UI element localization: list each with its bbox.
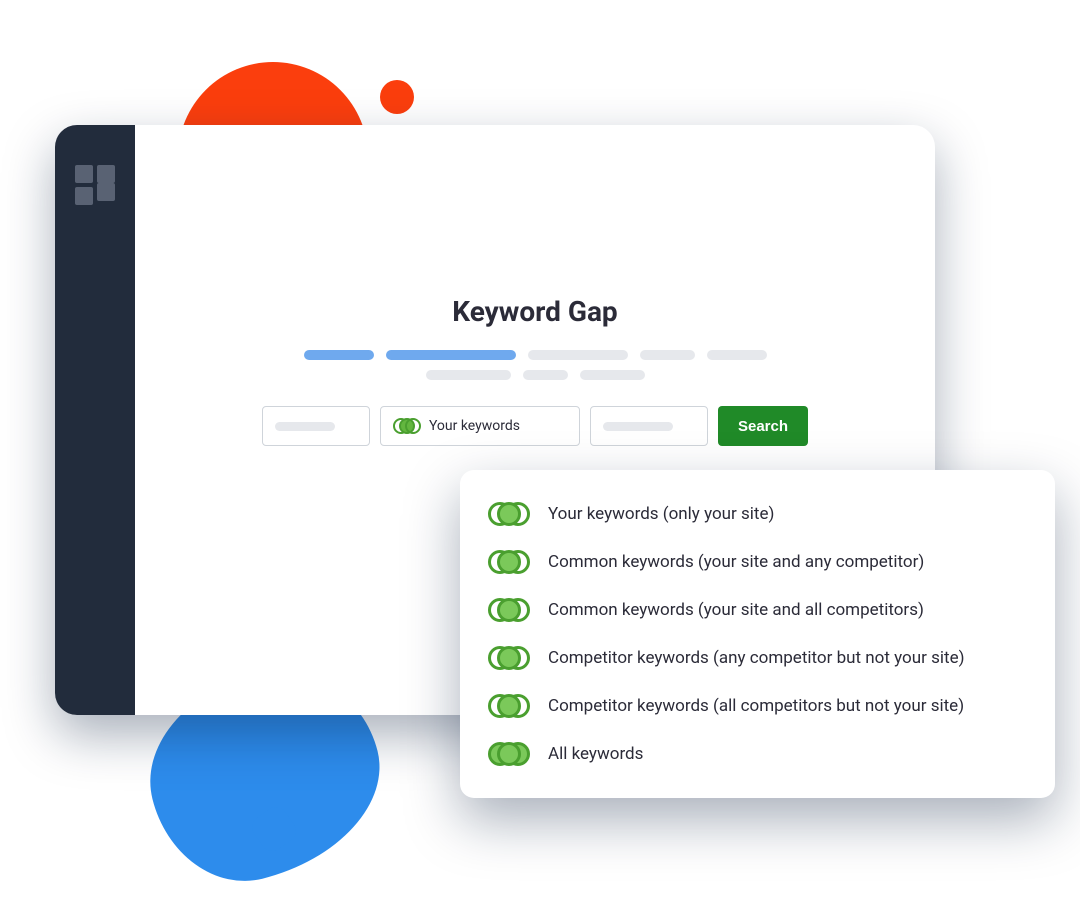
keyword-type-dropdown: Your keywords (only your site) Common ke…: [460, 470, 1055, 798]
skeleton-placeholder: [304, 350, 767, 380]
venn-icon: [488, 594, 530, 626]
keyword-type-select[interactable]: Your keywords: [380, 406, 580, 446]
database-select[interactable]: [590, 406, 708, 446]
option-label: All keywords: [548, 744, 643, 764]
option-label: Competitor keywords (all competitors but…: [548, 696, 964, 716]
option-common-all[interactable]: Common keywords (your site and all compe…: [488, 594, 1027, 626]
search-row: Your keywords Search: [262, 406, 808, 446]
option-competitor-all[interactable]: Competitor keywords (all competitors but…: [488, 690, 1027, 722]
app-logo-icon: [75, 165, 115, 205]
option-your-keywords[interactable]: Your keywords (only your site): [488, 498, 1027, 530]
keyword-type-label: Your keywords: [429, 418, 520, 434]
venn-icon: [488, 642, 530, 674]
option-label: Common keywords (your site and all compe…: [548, 600, 924, 620]
domain-input[interactable]: [262, 406, 370, 446]
option-label: Competitor keywords (any competitor but …: [548, 648, 965, 668]
sidebar: [55, 125, 135, 715]
decor-blob-orange-small: [380, 80, 414, 114]
option-label: Your keywords (only your site): [548, 504, 774, 524]
venn-icon: [488, 690, 530, 722]
page-title: Keyword Gap: [452, 295, 617, 328]
option-competitor-any[interactable]: Competitor keywords (any competitor but …: [488, 642, 1027, 674]
option-common-any[interactable]: Common keywords (your site and any compe…: [488, 546, 1027, 578]
option-label: Common keywords (your site and any compe…: [548, 552, 924, 572]
venn-icon: [488, 738, 530, 770]
search-button[interactable]: Search: [718, 406, 808, 446]
venn-icon: [488, 546, 530, 578]
venn-icon: [488, 498, 530, 530]
venn-icon: [393, 417, 421, 435]
option-all-keywords[interactable]: All keywords: [488, 738, 1027, 770]
